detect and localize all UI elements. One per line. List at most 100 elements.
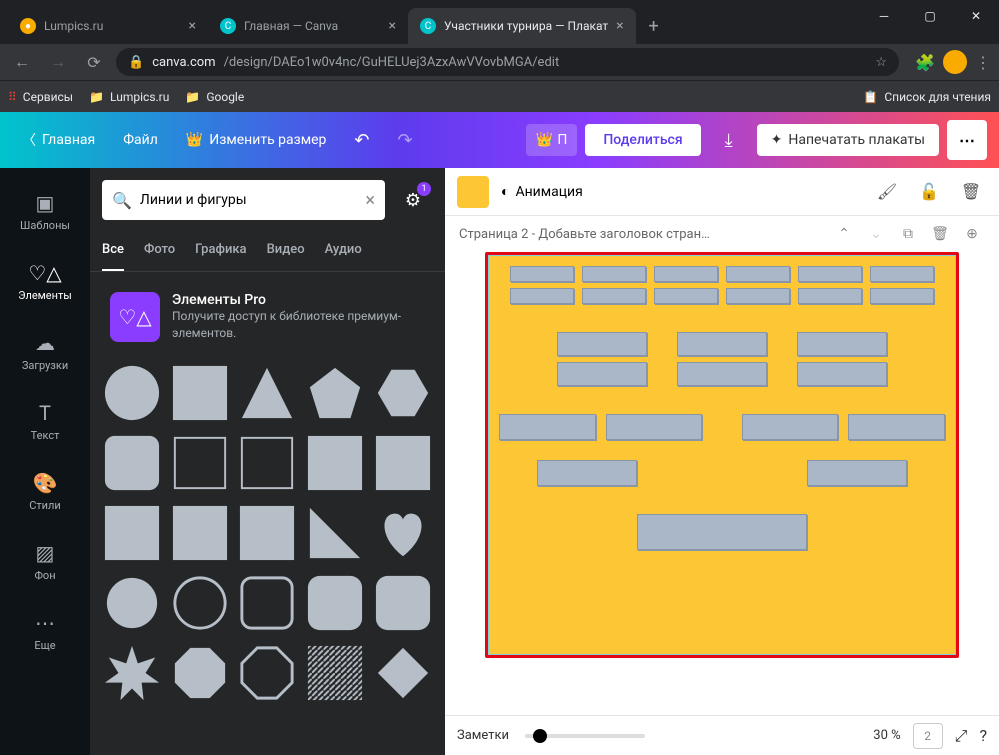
- close-icon[interactable]: ×: [616, 18, 623, 34]
- page-up-button[interactable]: ⌃: [831, 221, 857, 247]
- shape-square-outline[interactable]: [238, 432, 298, 494]
- download-button[interactable]: ⤓: [709, 120, 749, 160]
- search-box[interactable]: 🔍 ×: [102, 180, 385, 220]
- bracket-box[interactable]: [870, 288, 934, 304]
- shape-square[interactable]: [102, 502, 162, 564]
- window-close-button[interactable]: ✕: [953, 0, 999, 32]
- shape-hexagon[interactable]: [373, 362, 433, 424]
- shape-square-outline[interactable]: [170, 432, 230, 494]
- notes-button[interactable]: Заметки: [457, 728, 509, 743]
- bracket-box[interactable]: [677, 362, 767, 386]
- maximize-button[interactable]: ▢: [907, 0, 953, 32]
- subtab-all[interactable]: Все: [102, 232, 124, 271]
- address-input[interactable]: 🔒 canva.com/design/DAEo1w0v4nc/GuHELUej3…: [116, 48, 899, 76]
- reading-list[interactable]: 📋 Список для чтения: [863, 90, 991, 104]
- bracket-box[interactable]: [726, 288, 790, 304]
- resize-menu[interactable]: 👑 Изменить размер: [176, 126, 337, 154]
- lock-button[interactable]: 🔓: [913, 176, 945, 208]
- rail-styles[interactable]: 🎨 Стили: [0, 456, 90, 526]
- delete-button[interactable]: 🗑: [955, 176, 987, 208]
- browser-tab[interactable]: ● Lumpics.ru ×: [8, 8, 208, 44]
- pro-banner[interactable]: ♡△ Элементы Pro Получите доступ к библио…: [102, 284, 433, 350]
- redo-button[interactable]: ↷: [388, 124, 423, 157]
- bracket-box[interactable]: [582, 288, 646, 304]
- shape-circle[interactable]: [102, 362, 162, 424]
- print-button[interactable]: ✦ Напечатать плакаты: [757, 124, 939, 156]
- profile-avatar[interactable]: [943, 50, 967, 74]
- undo-button[interactable]: ↶: [344, 124, 379, 157]
- bracket-box[interactable]: [537, 460, 637, 486]
- extensions-icon[interactable]: 🧩: [915, 53, 935, 72]
- clear-icon[interactable]: ×: [365, 190, 375, 211]
- rail-background[interactable]: ▨ Фон: [0, 526, 90, 596]
- shape-right-triangle[interactable]: [305, 502, 365, 564]
- browser-tab[interactable]: C Главная — Canva ×: [208, 8, 408, 44]
- animation-button[interactable]: ◐ Анимация: [501, 183, 583, 200]
- bracket-box[interactable]: [797, 332, 887, 356]
- delete-page-button[interactable]: 🗑: [927, 221, 953, 247]
- subtab-audio[interactable]: Аудио: [325, 232, 362, 271]
- bracket-box[interactable]: [557, 362, 647, 386]
- bracket-box[interactable]: [510, 266, 574, 282]
- bookmark-google[interactable]: 📁 Google: [185, 90, 244, 104]
- shape-rounded-square[interactable]: [373, 572, 433, 634]
- shape-circle-outline[interactable]: [170, 572, 230, 634]
- bracket-box[interactable]: [510, 288, 574, 304]
- star-icon[interactable]: ☆: [875, 55, 887, 70]
- shape-heart[interactable]: [373, 502, 433, 564]
- zoom-thumb[interactable]: [533, 729, 547, 743]
- shape-burst[interactable]: [102, 642, 162, 704]
- bookmark-services[interactable]: ⠿ Сервисы: [8, 90, 73, 104]
- subtab-graphics[interactable]: Графика: [195, 232, 246, 271]
- bracket-box[interactable]: [557, 332, 647, 356]
- rail-uploads[interactable]: ☁ Загрузки: [0, 316, 90, 386]
- close-icon[interactable]: ×: [389, 18, 396, 34]
- zoom-slider[interactable]: [525, 734, 645, 738]
- bracket-box[interactable]: [654, 288, 718, 304]
- more-button[interactable]: ⋯: [947, 120, 987, 160]
- close-icon[interactable]: ×: [189, 18, 196, 34]
- reload-button[interactable]: ⟳: [80, 48, 108, 76]
- canvas-page[interactable]: [488, 255, 956, 655]
- shape-square[interactable]: [170, 362, 230, 424]
- bracket-box[interactable]: [582, 266, 646, 282]
- shape-rounded-square[interactable]: [102, 432, 162, 494]
- bracket-box[interactable]: [637, 514, 807, 550]
- back-button[interactable]: ←: [8, 48, 36, 76]
- bracket-box[interactable]: [677, 332, 767, 356]
- new-tab-button[interactable]: +: [640, 12, 668, 40]
- duplicate-page-button[interactable]: ⧉: [895, 221, 921, 247]
- rail-more[interactable]: ⋯ Еще: [0, 596, 90, 666]
- bracket-box[interactable]: [654, 266, 718, 282]
- shape-square[interactable]: [305, 432, 365, 494]
- subtab-video[interactable]: Видео: [267, 232, 305, 271]
- rail-templates[interactable]: ▣ Шаблоны: [0, 176, 90, 246]
- bookmark-lumpics[interactable]: 📁 Lumpics.ru: [89, 90, 169, 104]
- shape-octagon-outline[interactable]: [238, 642, 298, 704]
- zoom-value[interactable]: 30 %: [873, 728, 900, 743]
- bracket-box[interactable]: [742, 414, 839, 440]
- page-title[interactable]: Страница 2 - Добавьте заголовок стран…: [459, 227, 710, 242]
- page-count-button[interactable]: 2: [913, 723, 943, 749]
- page-down-button[interactable]: ⌄: [863, 221, 889, 247]
- minimize-button[interactable]: ─: [861, 0, 907, 32]
- shape-square[interactable]: [373, 432, 433, 494]
- shape-square[interactable]: [170, 502, 230, 564]
- shape-rounded-square-outline[interactable]: [238, 572, 298, 634]
- shape-octagon[interactable]: [170, 642, 230, 704]
- bracket-box[interactable]: [870, 266, 934, 282]
- pro-button[interactable]: 👑 П: [526, 124, 577, 156]
- shape-square[interactable]: [238, 502, 298, 564]
- menu-icon[interactable]: ⋮: [975, 53, 991, 72]
- shape-triangle[interactable]: [238, 362, 298, 424]
- home-menu[interactable]: 〈 Главная: [12, 124, 105, 156]
- bracket-box[interactable]: [726, 266, 790, 282]
- browser-tab-active[interactable]: C Участники турнира — Плакат ×: [408, 8, 636, 44]
- forward-button[interactable]: →: [44, 48, 72, 76]
- shape-pentagon[interactable]: [305, 362, 365, 424]
- shape-diamond[interactable]: [373, 642, 433, 704]
- fullscreen-button[interactable]: ⤢: [955, 726, 968, 746]
- rail-elements[interactable]: ♡△ Элементы: [0, 246, 90, 316]
- paint-roller-button[interactable]: 🖌: [871, 176, 903, 208]
- canvas-viewport[interactable]: [445, 252, 999, 715]
